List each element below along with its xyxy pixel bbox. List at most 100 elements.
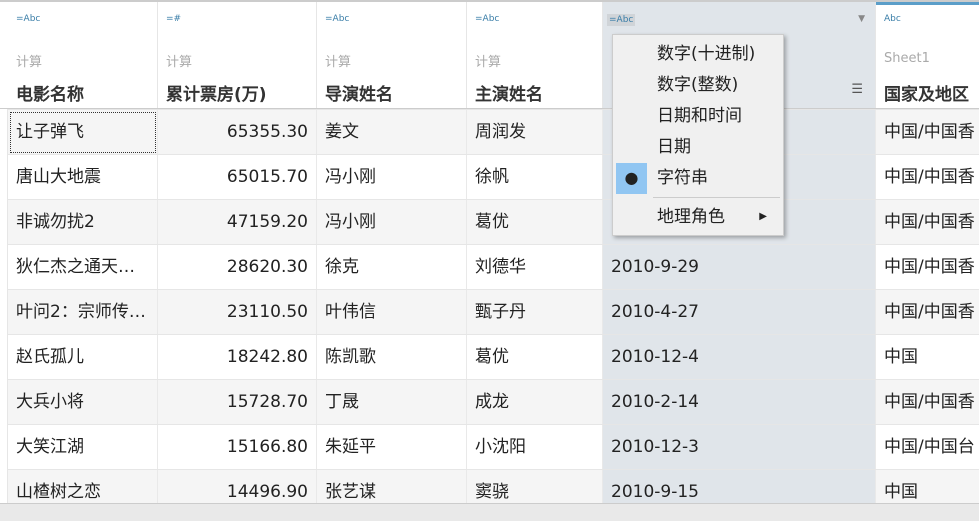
table-row: 大笑江湖 15166.80 朱延平 小沈阳 2010-12-3 中国/中国台 [0, 424, 979, 470]
table-cell[interactable]: 窦骁 [467, 470, 603, 503]
table-cell[interactable]: 冯小刚 [317, 155, 467, 200]
table-cell[interactable]: 15166.80 [158, 425, 317, 470]
menu-item-date[interactable]: 日期 [613, 132, 783, 162]
data-type-icon[interactable]: =Abc [475, 14, 499, 24]
menu-item-string[interactable]: ● 字符串 [613, 163, 783, 194]
table-row: 叶问2：宗师传… 23110.50 叶伟信 甄子丹 2010-4-27 中国/中国香 [0, 289, 979, 335]
table-cell[interactable]: 大笑江湖 [8, 425, 158, 470]
table-cell[interactable]: 2010-4-27 [603, 290, 876, 335]
table-cell[interactable]: 2010-12-4 [603, 335, 876, 380]
table-cell[interactable]: 2010-12-3 [603, 425, 876, 470]
table-cell[interactable]: 中国/中国香 [876, 290, 979, 335]
column-header[interactable]: =Abc 计算 导演姓名 [317, 2, 467, 108]
menu-divider [653, 197, 780, 198]
table-cell[interactable]: 中国/中国香 [876, 110, 979, 155]
selected-bullet-icon: ● [616, 163, 647, 194]
table-cell[interactable]: 张艺谋 [317, 470, 467, 503]
table-cell[interactable]: 中国 [876, 470, 979, 503]
table-cell[interactable]: 朱延平 [317, 425, 467, 470]
table-row: 唐山大地震 65015.70 冯小刚 徐帆 中国/中国香 [0, 154, 979, 200]
menu-item-label: 日期和时间 [657, 106, 742, 126]
column-header[interactable]: Abc Sheet1 国家及地区 [876, 2, 979, 108]
table-cell[interactable]: 让子弹飞 [8, 110, 158, 155]
table-cell[interactable]: 中国/中国香 [876, 200, 979, 245]
table-cell[interactable]: 18242.80 [158, 335, 317, 380]
table-cell[interactable]: 2010-9-29 [603, 245, 876, 290]
table-cell[interactable]: 葛优 [467, 200, 603, 245]
table-cell[interactable]: 陈凯歌 [317, 335, 467, 380]
table-cell[interactable]: 成龙 [467, 380, 603, 425]
table-cell[interactable]: 葛优 [467, 335, 603, 380]
column-header[interactable]: =Abc 计算 电影名称 [8, 2, 158, 108]
table-cell[interactable]: 丁晟 [317, 380, 467, 425]
data-type-icon[interactable]: =Abc [325, 14, 349, 24]
table-cell[interactable]: 28620.30 [158, 245, 317, 290]
column-menu-dropdown-icon[interactable]: ▼ [858, 14, 865, 24]
table-cell[interactable]: 非诚勿扰2 [8, 200, 158, 245]
column-source: Sheet1 [884, 51, 930, 66]
table-cell[interactable]: 中国/中国台 [876, 425, 979, 470]
data-type-icon[interactable]: Abc [884, 14, 901, 24]
table-cell[interactable]: 姜文 [317, 110, 467, 155]
table-row: 大兵小将 15728.70 丁晟 成龙 2010-2-14 中国/中国香 [0, 379, 979, 425]
table-row: 非诚勿扰2 47159.20 冯小刚 葛优 中国/中国香 [0, 199, 979, 245]
table-cell[interactable]: 叶问2：宗师传… [8, 290, 158, 335]
table-cell[interactable]: 周润发 [467, 110, 603, 155]
table-cell[interactable]: 大兵小将 [8, 380, 158, 425]
sort-icon[interactable]: ☰ [851, 82, 863, 97]
table-cell[interactable]: 中国/中国香 [876, 155, 979, 200]
table-cell[interactable]: 小沈阳 [467, 425, 603, 470]
column-name: 累计票房(万) [166, 85, 267, 105]
table-cell[interactable]: 23110.50 [158, 290, 317, 335]
table-cell[interactable]: 徐克 [317, 245, 467, 290]
column-name: 电影名称 [16, 85, 84, 105]
table-cell[interactable]: 中国/中国香 [876, 380, 979, 425]
table-cell[interactable]: 中国/中国香 [876, 245, 979, 290]
table-cell[interactable]: 47159.20 [158, 200, 317, 245]
submenu-arrow-icon: ▶ [759, 211, 767, 222]
table-cell[interactable]: 刘德华 [467, 245, 603, 290]
horizontal-scrollbar[interactable] [0, 503, 979, 521]
data-type-menu: 数字(十进制) 数字(整数) 日期和时间 日期 ● 字符串 地理角色 ▶ [612, 34, 784, 236]
column-name: 国家及地区 [884, 85, 969, 105]
data-type-icon[interactable]: =Abc [607, 14, 636, 26]
data-grid: =Abc 计算 电影名称 =# 计算 累计票房(万) =Abc 计算 导演姓名 … [0, 0, 979, 503]
column-source: 计算 [475, 55, 502, 70]
table-cell[interactable]: 65015.70 [158, 155, 317, 200]
table-cell[interactable]: 叶伟信 [317, 290, 467, 335]
table-cell[interactable]: 65355.30 [158, 110, 317, 155]
table-cell[interactable]: 15728.70 [158, 380, 317, 425]
menu-item-geographic-role[interactable]: 地理角色 ▶ [613, 202, 783, 232]
table-row: 让子弹飞 65355.30 姜文 周润发 中国/中国香 [0, 109, 979, 155]
menu-item-label: 地理角色 [657, 207, 725, 227]
table-cell[interactable]: 赵氏孤儿 [8, 335, 158, 380]
column-header[interactable]: =Abc 计算 主演姓名 [467, 2, 603, 108]
menu-item-decimal[interactable]: 数字(十进制) [613, 39, 783, 69]
menu-item-label: 数字(十进制) [657, 44, 756, 64]
data-type-icon[interactable]: =# [166, 14, 181, 24]
menu-item-label: 数字(整数) [657, 75, 739, 95]
column-source: 计算 [16, 55, 43, 70]
table-cell[interactable]: 2010-9-15 [603, 470, 876, 503]
column-source: 计算 [166, 55, 193, 70]
column-source: 计算 [325, 55, 352, 70]
table-row: 赵氏孤儿 18242.80 陈凯歌 葛优 2010-12-4 中国 [0, 334, 979, 380]
table-cell[interactable]: 2010-2-14 [603, 380, 876, 425]
table-cell[interactable]: 唐山大地震 [8, 155, 158, 200]
menu-item-datetime[interactable]: 日期和时间 [613, 101, 783, 131]
table-cell[interactable]: 狄仁杰之通天… [8, 245, 158, 290]
row-gutter [0, 109, 8, 503]
column-header[interactable]: =# 计算 累计票房(万) [158, 2, 317, 108]
table-cell[interactable]: 甄子丹 [467, 290, 603, 335]
table-cell[interactable]: 冯小刚 [317, 200, 467, 245]
column-highlight-bar [876, 2, 979, 5]
menu-item-integer[interactable]: 数字(整数) [613, 70, 783, 100]
table-cell[interactable]: 14496.90 [158, 470, 317, 503]
column-name: 主演姓名 [475, 85, 543, 105]
menu-item-label: 日期 [657, 137, 691, 157]
table-cell[interactable]: 山楂树之恋 [8, 470, 158, 503]
table-cell[interactable]: 徐帆 [467, 155, 603, 200]
data-type-icon[interactable]: =Abc [16, 14, 40, 24]
menu-item-label: 字符串 [657, 168, 708, 188]
table-cell[interactable]: 中国 [876, 335, 979, 380]
